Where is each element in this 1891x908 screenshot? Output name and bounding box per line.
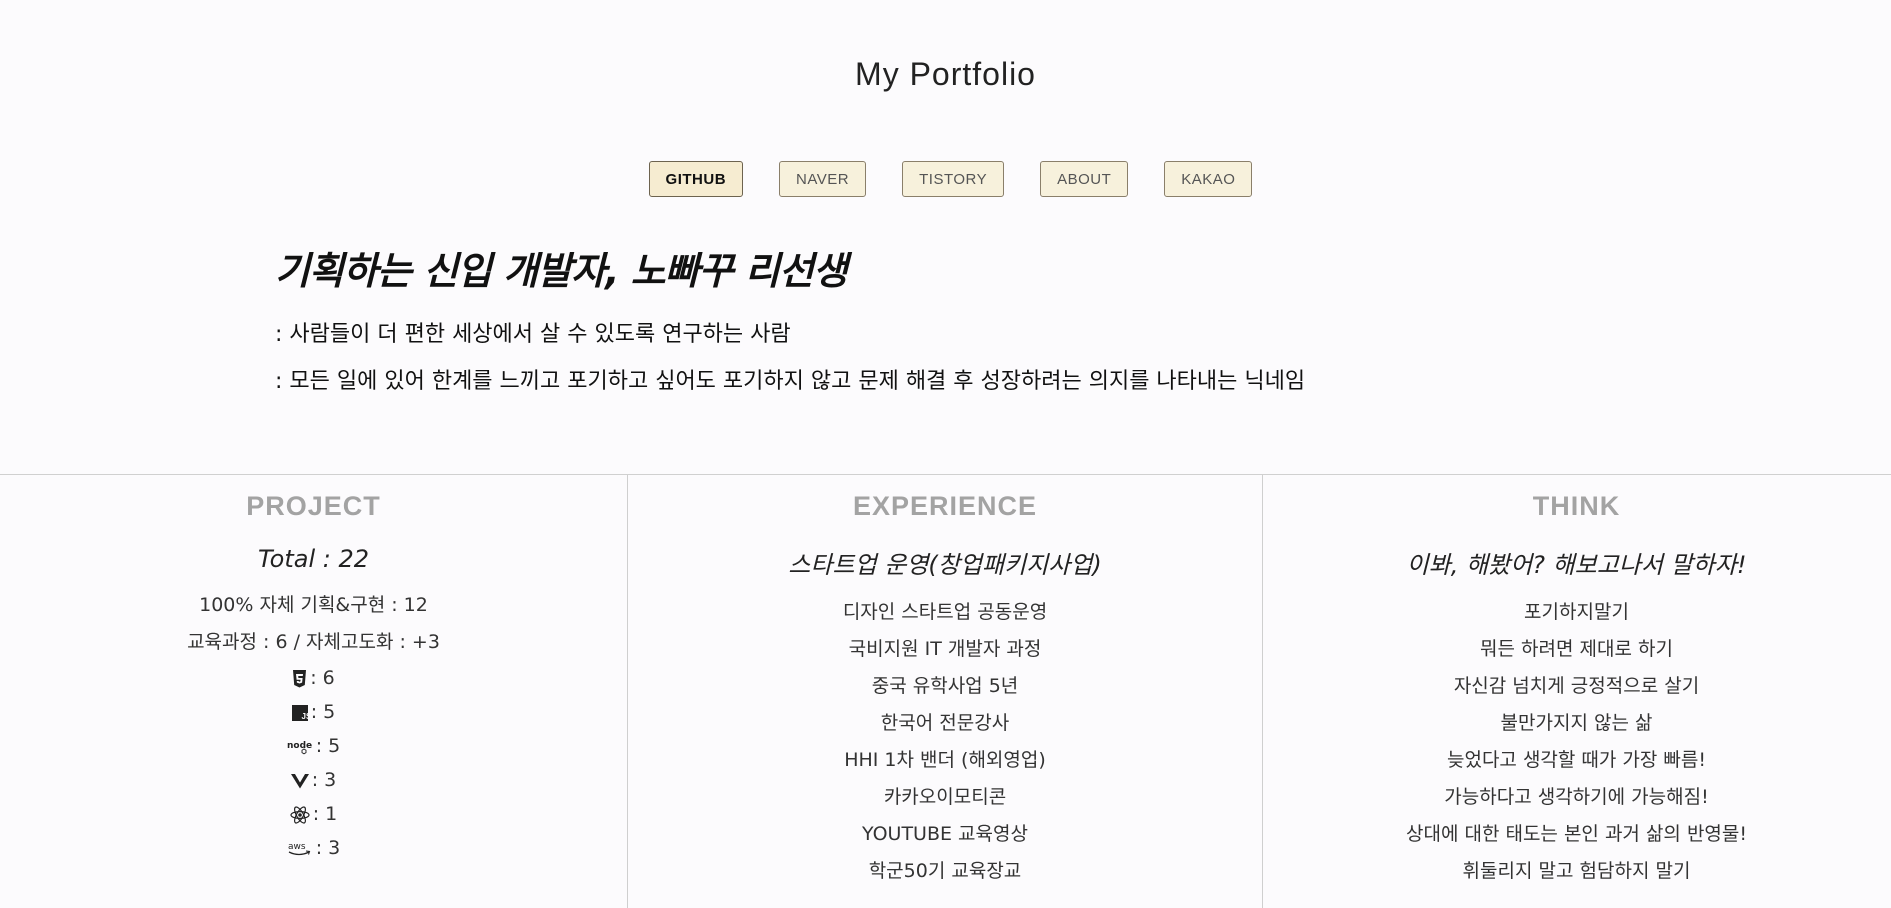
nav-button-github[interactable]: GITHUB	[648, 161, 744, 197]
intro-line: : 사람들이 더 편한 세상에서 살 수 있도록 연구하는 사람	[275, 322, 791, 347]
list-item: 디자인 스타트업 공동운영	[842, 601, 1048, 623]
nodejs-icon: node	[287, 739, 313, 755]
svg-text:aws: aws	[288, 842, 306, 852]
list-item: YOUTUBE 교육영상	[862, 823, 1028, 845]
intro-section: 기획하는 신입 개발자, 노빠꾸 리선생 : 사람들이 더 편한 세상에서 살 …	[275, 240, 1675, 405]
list-item: 중국 유학사업 5년	[871, 675, 1019, 697]
tech-stat-vue: : 3	[0, 763, 627, 797]
nav-button-kakao[interactable]: KAKAO	[1164, 161, 1253, 197]
tech-stat-react: : 1	[0, 797, 627, 831]
svg-text:node: node	[287, 741, 312, 751]
think-subtitle: 이봐, 해봤어? 해보고나서 말하자!	[1406, 551, 1747, 579]
vue-icon	[290, 773, 309, 789]
list-item: 한국어 전문강사	[880, 712, 1010, 734]
intro-line: : 모든 일에 있어 한계를 느끼고 포기하고 싶어도 포기하지 않고 문제 해…	[275, 369, 1306, 394]
tech-stat-value: : 5	[315, 735, 341, 757]
think-list: 포기하지말기 뭐든 하려면 제대로 하기 자신감 넘치게 긍정적으로 살기 불만…	[1263, 594, 1890, 890]
tech-stat-value: : 3	[315, 837, 341, 859]
list-item: 카카오이모티콘	[883, 786, 1007, 808]
list-item: 학군50기 교육장교	[868, 860, 1022, 882]
experience-column: EXPERIENCE 스타트업 운영(창업패키지사업) 디자인 스타트업 공동운…	[628, 475, 1263, 908]
intro-headline: 기획하는 신입 개발자, 노빠꾸 리선생	[275, 249, 848, 293]
list-item: 가능하다고 생각하기에 가능해짐!	[1444, 786, 1709, 808]
project-stats: 100% 자체 기획&구현 : 12 교육과정 : 6 / 자체고도화 : +3…	[0, 587, 627, 865]
summary-columns: PROJECT Total : 22 100% 자체 기획&구현 : 12 교육…	[0, 474, 1891, 908]
experience-list: 디자인 스타트업 공동운영 국비지원 IT 개발자 과정 중국 유학사업 5년 …	[628, 594, 1262, 890]
tech-stat-value: : 5	[310, 701, 336, 723]
project-column: PROJECT Total : 22 100% 자체 기획&구현 : 12 교육…	[0, 475, 628, 908]
experience-subtitle: 스타트업 운영(창업패키지사업)	[788, 551, 1102, 579]
javascript-icon: JS	[291, 704, 308, 721]
list-item: 휘둘리지 말고 험담하지 말기	[1462, 860, 1691, 882]
list-item: 국비지원 IT 개발자 과정	[848, 638, 1042, 660]
react-icon	[290, 805, 310, 824]
site-title: My Portfolio	[855, 56, 1036, 92]
experience-heading: EXPERIENCE	[852, 491, 1038, 521]
tech-stat-javascript: JS : 5	[0, 695, 627, 729]
html5-icon	[292, 669, 307, 688]
project-total: Total : 22	[257, 545, 370, 573]
list-item: HHI 1차 밴더 (해외영업)	[844, 749, 1046, 771]
list-item: 뭐든 하려면 제대로 하기	[1480, 638, 1673, 660]
nav-button-tistory[interactable]: TISTORY	[902, 161, 1005, 197]
list-item: 불만가지지 않는 삶	[1500, 712, 1653, 734]
nav-button-about[interactable]: ABOUT	[1040, 161, 1129, 197]
aws-icon: aws	[287, 840, 313, 858]
list-item: 포기하지말기	[1524, 601, 1629, 623]
tech-stat-aws: aws : 3	[0, 831, 627, 865]
tech-stat-value: : 1	[312, 803, 338, 825]
tech-stat-value: : 6	[310, 667, 335, 689]
project-stat: 100% 자체 기획&구현 : 12	[199, 594, 428, 616]
tech-stat-html5: : 6	[0, 661, 627, 695]
list-item: 늦었다고 생각할 때가 가장 빠름!	[1446, 749, 1706, 771]
top-nav: GITHUB NAVER TISTORY ABOUT KAKAO	[0, 161, 1891, 197]
think-column: THINK 이봐, 해봤어? 해보고나서 말하자! 포기하지말기 뭐든 하려면 …	[1263, 475, 1890, 908]
tech-stat-value: : 3	[311, 769, 337, 791]
svg-text:JS: JS	[301, 712, 308, 721]
project-heading: PROJECT	[246, 491, 381, 521]
think-heading: THINK	[1532, 491, 1621, 521]
project-stat: 교육과정 : 6 / 자체고도화 : +3	[187, 631, 440, 653]
list-item: 자신감 넘치게 긍정적으로 살기	[1453, 675, 1700, 697]
tech-stat-nodejs: node : 5	[0, 729, 627, 763]
list-item: 상대에 대한 태도는 본인 과거 삶의 반영물!	[1405, 823, 1747, 845]
nav-button-naver[interactable]: NAVER	[779, 161, 867, 197]
